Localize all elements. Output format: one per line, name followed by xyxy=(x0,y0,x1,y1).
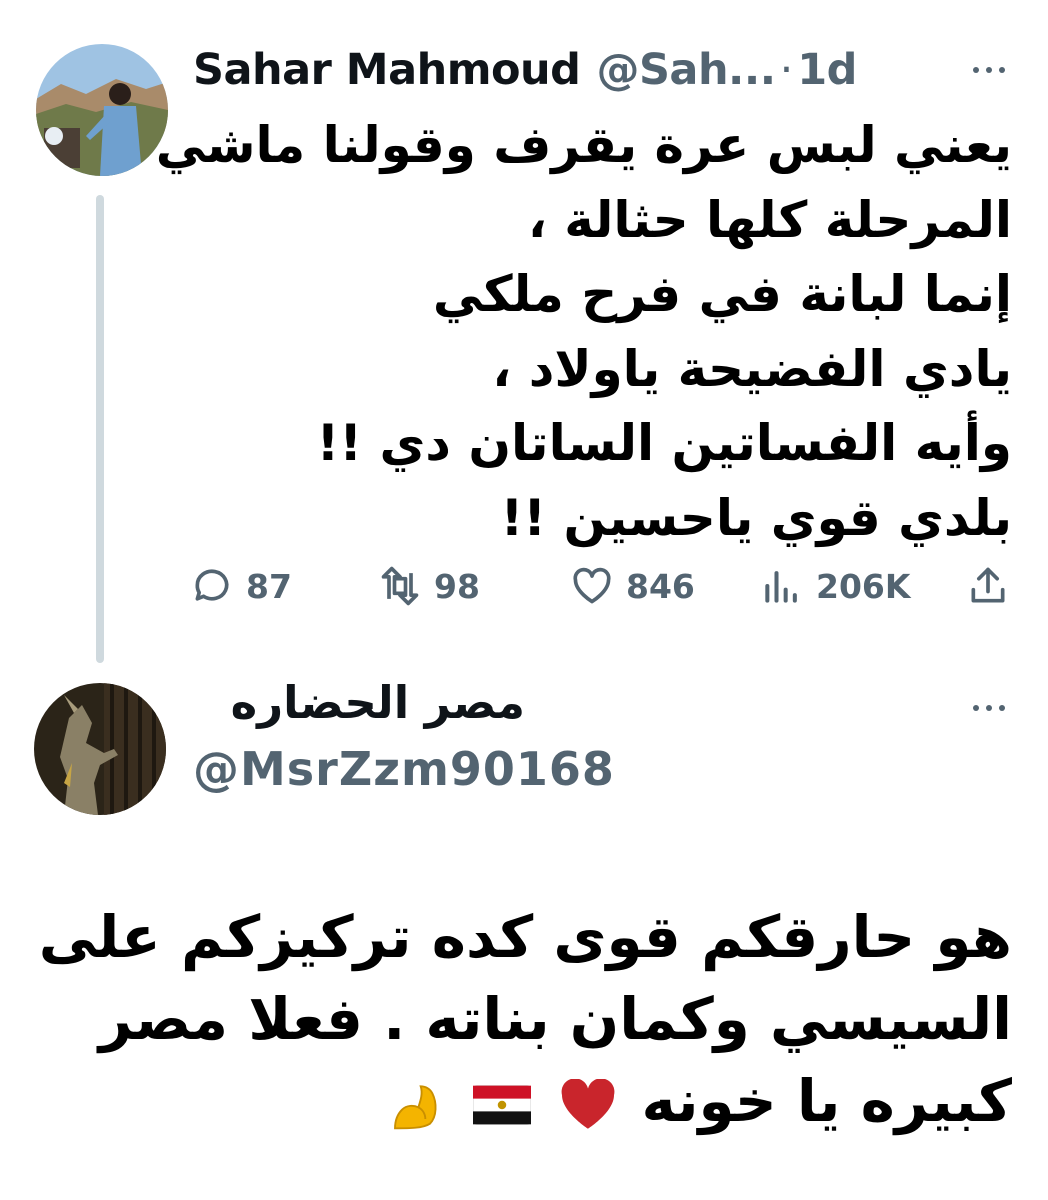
heart-outline-icon xyxy=(573,567,611,604)
tweet-header: Sahar Mahmoud @Sah... · 1d xyxy=(193,40,857,100)
tweet-action-bar: 87 98 846 206K xyxy=(0,556,1048,616)
retweet-icon xyxy=(381,566,419,606)
tweet-timestamp[interactable]: 1d xyxy=(797,45,857,95)
retweet-button[interactable]: 98 xyxy=(378,556,480,616)
reply-line-last: كبيره يا خونه xyxy=(72,1060,1012,1142)
header-separator: · xyxy=(779,45,794,95)
tweet-line: يعني لبس عرة يقرف وقولنا ماشي xyxy=(155,116,1012,174)
reply-icon xyxy=(195,569,229,601)
tweet-line: يادي الفضيحة ياولاد ، xyxy=(492,339,1012,398)
avatar-photo xyxy=(36,44,168,176)
reply-author-handle[interactable]: @MsrZzm90168 xyxy=(193,742,615,796)
tweet-line: إنما لبانة في فرح ملكي xyxy=(432,265,1012,323)
share-button[interactable] xyxy=(966,556,1010,616)
views-count: 206K xyxy=(816,566,911,606)
reply-button[interactable]: 87 xyxy=(190,556,292,616)
egypt-flag-icon xyxy=(473,1085,532,1125)
more-dot-icon xyxy=(973,705,979,711)
retweet-count: 98 xyxy=(434,566,480,606)
reply-author-name[interactable]: مصر الحضاره xyxy=(231,676,525,729)
share-icon xyxy=(971,567,1005,603)
views-chart-icon xyxy=(765,571,797,603)
reply-line: كبيره يا خونه xyxy=(641,1067,1012,1135)
more-dot-icon xyxy=(973,67,979,73)
reply-author-avatar[interactable] xyxy=(34,683,166,815)
avatar-photo xyxy=(34,683,166,815)
tweet-line: بلدي قوي ياحسين !! xyxy=(500,488,1013,547)
author-handle[interactable]: @Sah... xyxy=(596,45,776,95)
tweet-more-options-button[interactable] xyxy=(973,67,1005,73)
reply-text: هو حارقكم قوى كده تركيزكم على السيسي وكم… xyxy=(38,896,1012,1142)
tweet-line: وأيه الفساتين الساتان دي !! xyxy=(316,414,1012,472)
reply-line: السيسي وكمان بناته . فعلا مصر xyxy=(98,985,1012,1053)
author-avatar[interactable] xyxy=(36,44,168,176)
reply-line: هو حارقكم قوى كده تركيزكم على xyxy=(38,903,1012,971)
reply-more-options-button[interactable] xyxy=(973,705,1005,711)
views-button[interactable]: 206K xyxy=(760,556,910,616)
red-heart-icon xyxy=(561,1078,615,1129)
flexed-biceps-icon xyxy=(393,1085,437,1130)
author-name[interactable]: Sahar Mahmoud xyxy=(193,45,581,95)
reply-count: 87 xyxy=(246,566,292,606)
tweet-line: المرحلة كلها حثالة ، xyxy=(527,190,1012,249)
tweet-text: يعني لبس عرة يقرف وقولنا ماشي المرحلة كل… xyxy=(155,108,1013,555)
like-count: 846 xyxy=(626,566,695,606)
like-button[interactable]: 846 xyxy=(570,556,695,616)
